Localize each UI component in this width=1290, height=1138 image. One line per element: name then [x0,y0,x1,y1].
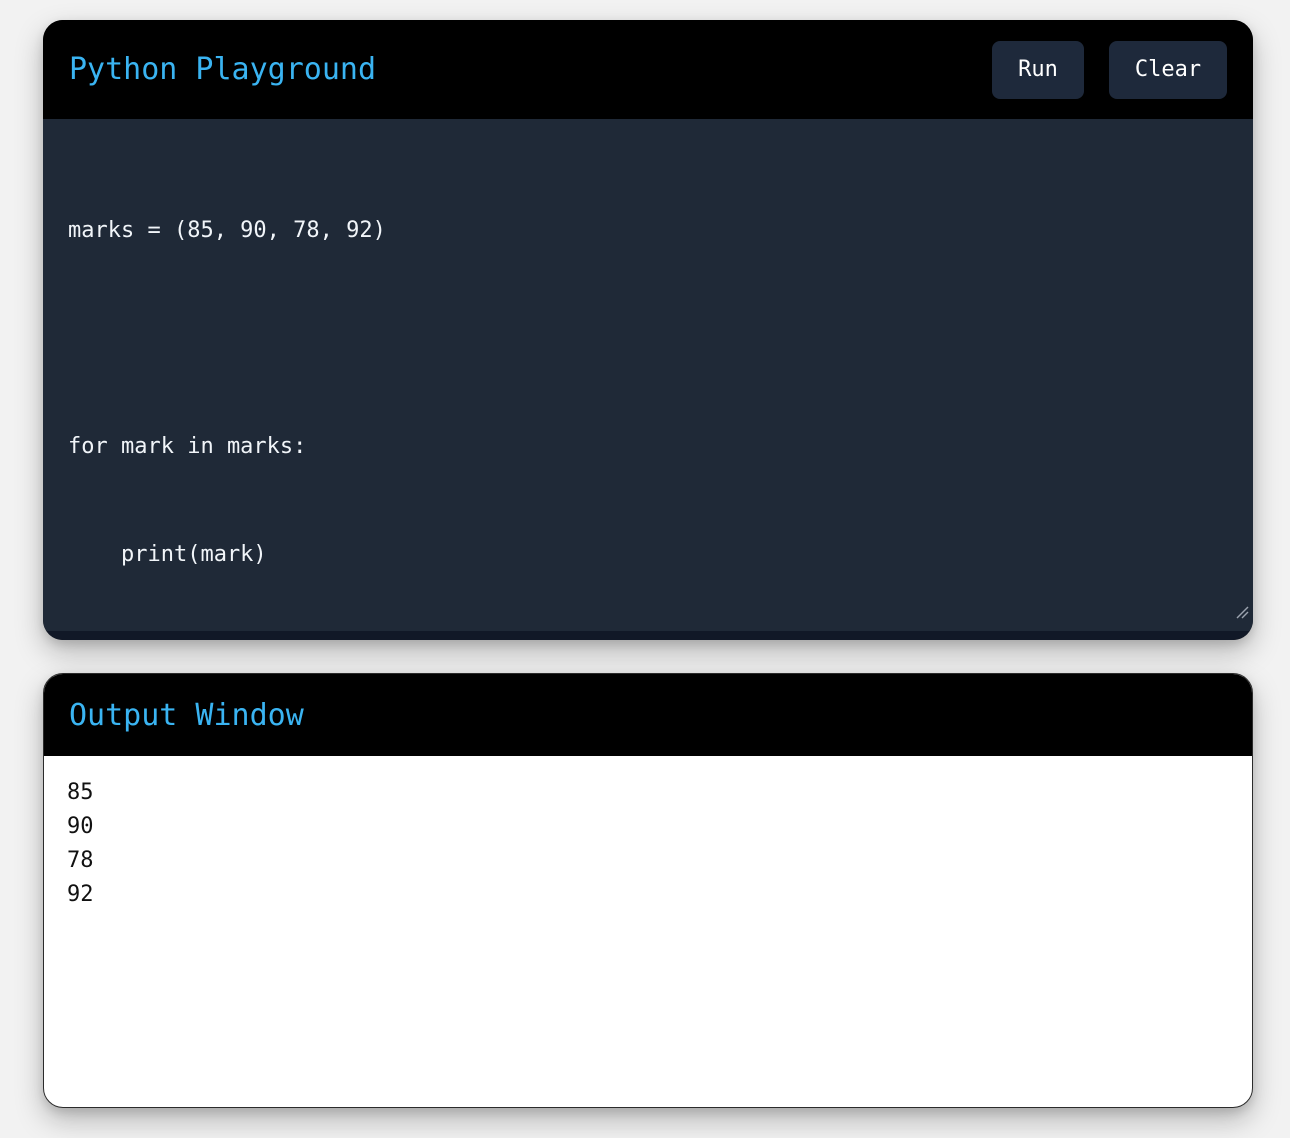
code-line: marks = (85, 90, 78, 92) [68,218,386,243]
output-line: 78 [67,848,94,873]
code-line: print(mark) [68,542,267,567]
clear-button[interactable]: Clear [1109,40,1227,99]
code-editor[interactable]: marks = (85, 90, 78, 92) for mark in mar… [43,119,1253,631]
output-line: 92 [67,882,94,907]
resize-handle-icon[interactable] [1235,605,1249,619]
output-content: 85 90 78 92 [44,756,1252,932]
run-button[interactable]: Run [992,40,1084,99]
editor-panel: Python Playground Run Clear marks = (85,… [43,20,1253,640]
code-line: for mark in marks: [68,434,307,459]
page: Python Playground Run Clear marks = (85,… [0,0,1290,1138]
output-title: Output Window [69,697,304,733]
output-panel: Output Window 85 90 78 92 [43,673,1253,1108]
editor-header: Python Playground Run Clear [43,20,1253,119]
editor-actions: Run Clear [992,40,1227,99]
editor-title: Python Playground [69,52,377,87]
output-line: 85 [67,780,94,805]
output-header: Output Window [44,674,1252,756]
output-line: 90 [67,814,94,839]
editor-footer [43,631,1253,640]
